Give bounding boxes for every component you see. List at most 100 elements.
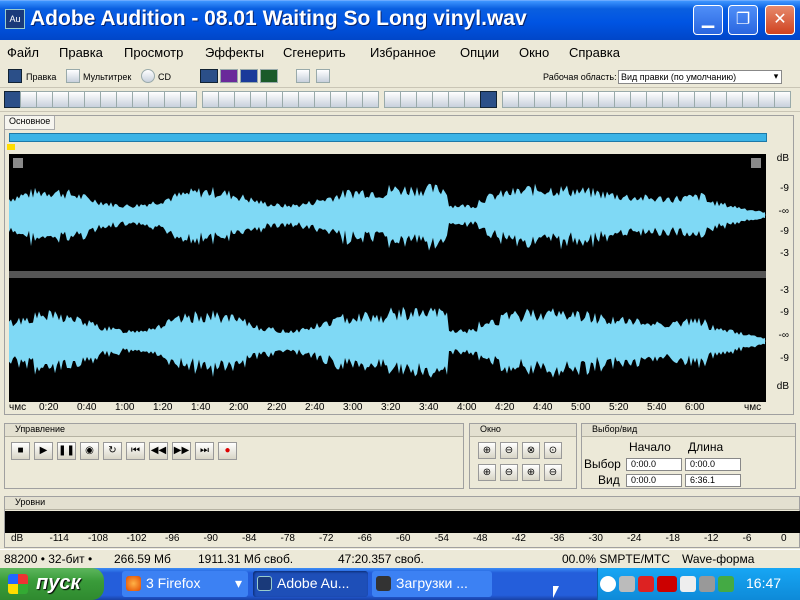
tool-button-icon[interactable]	[678, 91, 695, 108]
taskbar-audition[interactable]: Adobe Au...	[253, 571, 368, 597]
tool-button-icon[interactable]	[250, 91, 267, 108]
tool-button-icon[interactable]	[448, 91, 465, 108]
tool-button-icon[interactable]	[464, 91, 481, 108]
tool-button-icon[interactable]	[384, 91, 401, 108]
tool-button-icon[interactable]	[132, 91, 149, 108]
edit-view-icon[interactable]	[8, 69, 22, 83]
tool-button-icon[interactable]	[202, 91, 219, 108]
tool-button-icon[interactable]	[180, 91, 197, 108]
tool-button-icon[interactable]	[774, 91, 791, 108]
pause-button[interactable]: ❚❚	[57, 442, 76, 460]
tool-button-icon[interactable]	[518, 91, 535, 108]
tool-button-icon[interactable]	[282, 91, 299, 108]
tool-button-icon[interactable]	[346, 91, 363, 108]
zoom-out-vertical-icon[interactable]: ⊖	[544, 464, 562, 481]
chevron-down-icon[interactable]: ▾	[771, 71, 781, 83]
tab-main[interactable]: Основное	[5, 116, 56, 130]
selection-length-field[interactable]: 0:00.0	[685, 458, 741, 471]
zoom-out-horizontal-icon[interactable]: ⊖	[500, 442, 518, 459]
loop-button[interactable]: ↻	[103, 442, 122, 460]
tool-button-icon[interactable]	[502, 91, 519, 108]
waveform-view-icon[interactable]	[200, 69, 218, 83]
tool-button-icon[interactable]	[234, 91, 251, 108]
waveform-display[interactable]	[9, 154, 766, 402]
phase-view-icon[interactable]	[260, 69, 278, 83]
taskbar-firefox[interactable]: 3 Firefox ▾	[122, 571, 248, 597]
tool-button-icon[interactable]	[266, 91, 283, 108]
zoom-left-edge-icon[interactable]: ⊕	[478, 464, 496, 481]
tool-button-icon[interactable]	[116, 91, 133, 108]
tool-button-icon[interactable]	[646, 91, 663, 108]
workspace-select[interactable]: Вид правки (по умолчанию)	[618, 70, 782, 84]
minimize-button[interactable]: ▁	[693, 5, 723, 35]
tool-button-icon[interactable]	[630, 91, 647, 108]
zoom-out-full-icon[interactable]: ⊗	[522, 442, 540, 459]
tool-button-icon[interactable]	[164, 91, 181, 108]
spectral-view-icon[interactable]	[220, 69, 238, 83]
go-to-start-button[interactable]: ⏮	[126, 442, 145, 460]
menu-edit[interactable]: Правка	[59, 45, 103, 60]
tool-button-icon[interactable]	[614, 91, 631, 108]
tool-button-icon[interactable]	[314, 91, 331, 108]
spectral-pan-icon[interactable]	[240, 69, 258, 83]
tool-button-icon[interactable]	[662, 91, 679, 108]
tray-ati-icon[interactable]	[657, 576, 677, 592]
zoom-in-vertical-icon[interactable]: ⊕	[522, 464, 540, 481]
marquee-tool-icon[interactable]	[316, 69, 330, 83]
zoom-selection-icon[interactable]: ⊙	[544, 442, 562, 459]
fast-forward-button[interactable]: ▶▶	[172, 442, 191, 460]
playhead-marker[interactable]	[7, 144, 15, 150]
tool-button-icon[interactable]	[84, 91, 101, 108]
edit-view-button[interactable]: Правка	[26, 72, 56, 82]
stop-button[interactable]: ■	[11, 442, 30, 460]
tool-button-icon[interactable]	[330, 91, 347, 108]
tool-button-icon[interactable]	[694, 91, 711, 108]
taskbar-downloads[interactable]: Загрузки ...	[372, 571, 492, 597]
tool-button-icon[interactable]	[20, 91, 37, 108]
tool-button-icon[interactable]	[432, 91, 449, 108]
tool-button-icon[interactable]	[534, 91, 551, 108]
play-button[interactable]: ▶	[34, 442, 53, 460]
tool-button-icon[interactable]	[480, 91, 497, 108]
time-ruler[interactable]: чмс 0:20 0:40 1:00 1:20 1:40 2:00 2:20 2…	[9, 402, 791, 414]
tool-button-icon[interactable]	[68, 91, 85, 108]
start-button[interactable]: пуск	[0, 568, 104, 600]
go-to-end-button[interactable]: ⏭	[195, 442, 214, 460]
menu-favorites[interactable]: Избранное	[370, 45, 436, 60]
overview-bar[interactable]	[9, 133, 767, 142]
tool-button-icon[interactable]	[362, 91, 379, 108]
tool-button-icon[interactable]	[400, 91, 417, 108]
cd-view-button[interactable]: CD	[158, 72, 171, 82]
tray-opera-icon[interactable]	[638, 576, 654, 592]
multitrack-button[interactable]: Мультитрек	[83, 72, 131, 82]
view-start-field[interactable]: 0:00.0	[626, 474, 682, 487]
tool-button-icon[interactable]	[52, 91, 69, 108]
tool-button-icon[interactable]	[726, 91, 743, 108]
maximize-button[interactable]: ❐	[728, 5, 758, 35]
tray-gear-icon[interactable]	[699, 576, 715, 592]
view-length-field[interactable]: 6:36.1	[685, 474, 741, 487]
time-select-tool-icon[interactable]	[296, 69, 310, 83]
tool-button-icon[interactable]	[598, 91, 615, 108]
tool-button-icon[interactable]	[550, 91, 567, 108]
tool-button-icon[interactable]	[582, 91, 599, 108]
tool-button-icon[interactable]	[742, 91, 759, 108]
rewind-button[interactable]: ◀◀	[149, 442, 168, 460]
record-button[interactable]: ●	[218, 442, 237, 460]
tool-button-icon[interactable]	[4, 91, 21, 108]
menu-effects[interactable]: Эффекты	[205, 45, 264, 60]
tool-button-icon[interactable]	[710, 91, 727, 108]
selection-start-field[interactable]: 0:00.0	[626, 458, 682, 471]
cd-icon[interactable]	[141, 69, 155, 83]
tool-button-icon[interactable]	[36, 91, 53, 108]
menu-options[interactable]: Опции	[460, 45, 499, 60]
tool-button-icon[interactable]	[100, 91, 117, 108]
tool-button-icon[interactable]	[218, 91, 235, 108]
zoom-in-horizontal-icon[interactable]: ⊕	[478, 442, 496, 459]
tool-button-icon[interactable]	[148, 91, 165, 108]
tool-button-icon[interactable]	[416, 91, 433, 108]
menu-view[interactable]: Просмотр	[124, 45, 183, 60]
tray-network-icon[interactable]	[619, 576, 635, 592]
menu-generate[interactable]: Сгенерить	[283, 45, 346, 60]
zoom-right-edge-icon[interactable]: ⊖	[500, 464, 518, 481]
